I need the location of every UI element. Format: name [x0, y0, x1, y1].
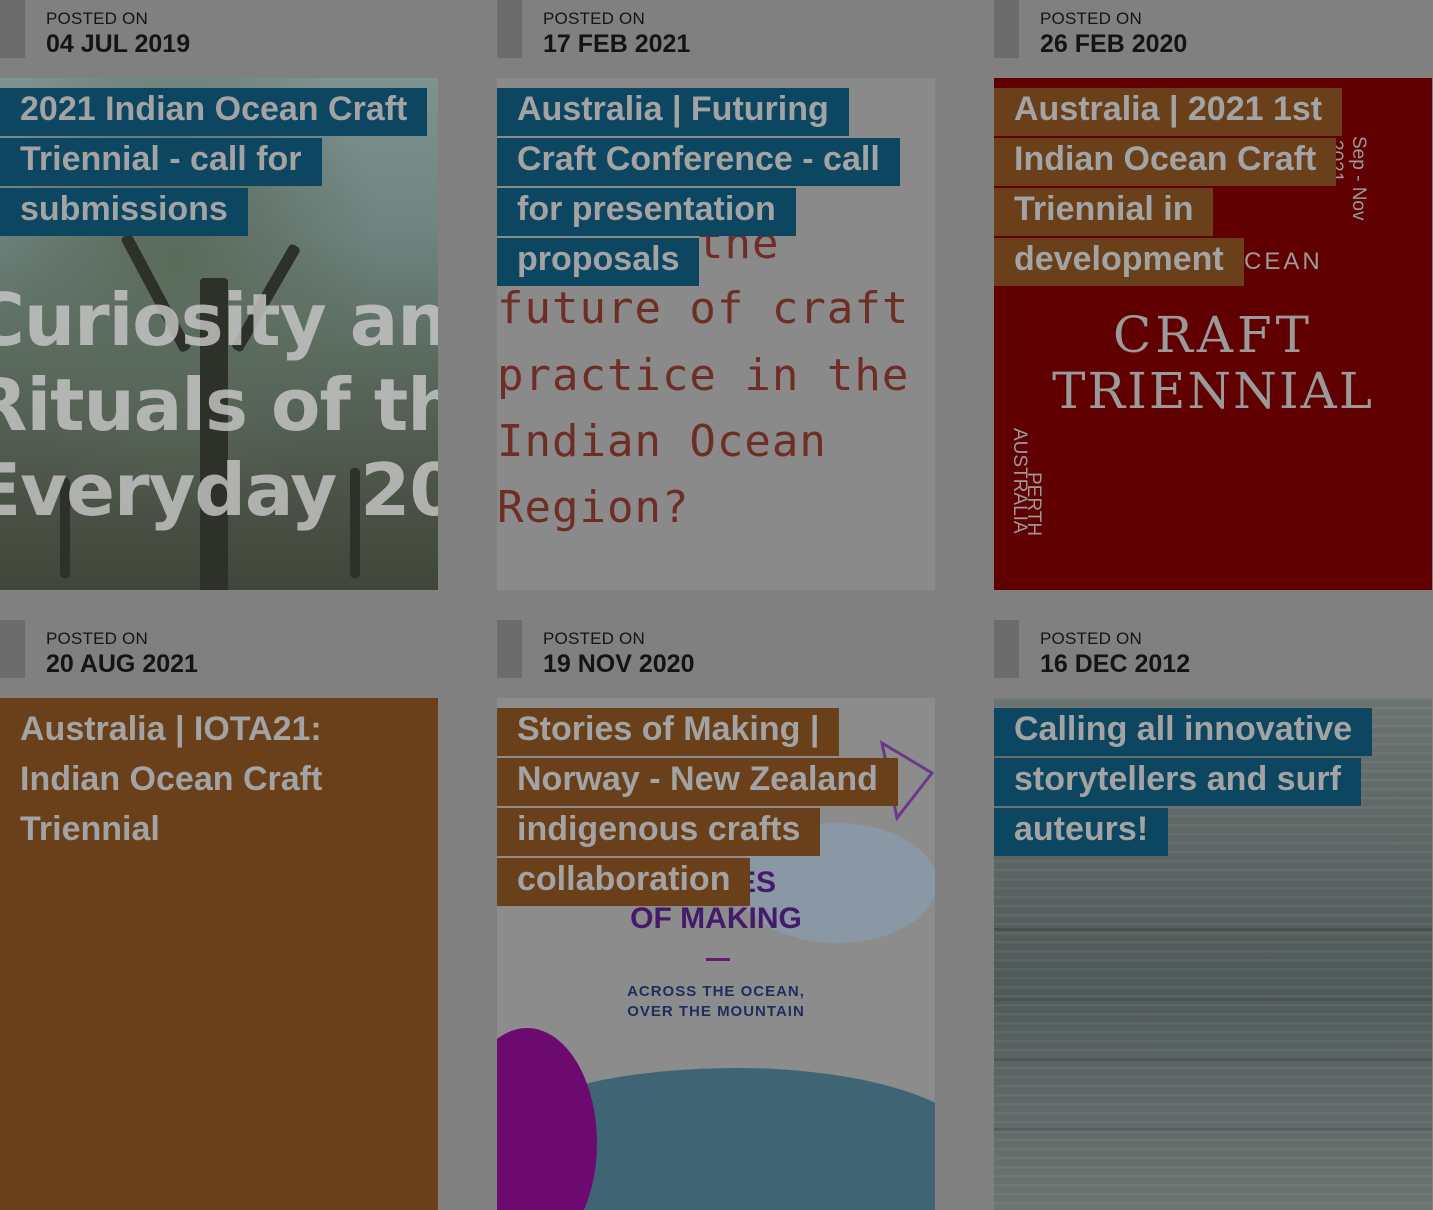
post-title-wrap: 2021 Indian Ocean Craft Triennial - call…	[0, 84, 438, 236]
post-meta: POSTED ON 20 AUG 2021	[0, 620, 438, 698]
post-title-wrap: Calling all innovative storytellers and …	[994, 704, 1432, 856]
post-thumbnail[interactable]: Curiosity and Rituals of the Everyday 20…	[0, 78, 438, 590]
post-card[interactable]: POSTED ON 19 NOV 2020 ES OF MAKING ACROS…	[497, 620, 935, 1210]
poster-country-text: AUSTRALIA	[1009, 428, 1030, 534]
image-caption-line: Region?	[497, 482, 690, 533]
post-date: 04 JUL 2019	[46, 30, 191, 58]
post-title-wrap: Stories of Making | Norway - New Zealand…	[497, 704, 935, 906]
post-card[interactable]: POSTED ON 26 FEB 2020 CEAN CRAFT TRIENNI…	[994, 0, 1432, 590]
posted-on-label: POSTED ON	[46, 9, 148, 28]
post-card[interactable]: POSTED ON 17 FEB 2021 the future of craf…	[497, 0, 935, 590]
post-thumbnail[interactable]: Calling all innovative storytellers and …	[994, 698, 1432, 1210]
post-title-link[interactable]: 2021 Indian Ocean Craft Triennial - call…	[0, 88, 428, 236]
posted-on-label: POSTED ON	[1040, 9, 1142, 28]
post-date: 19 NOV 2020	[543, 650, 695, 678]
post-meta: POSTED ON 04 JUL 2019	[0, 0, 438, 78]
post-date: 17 FEB 2021	[543, 30, 691, 58]
posted-on-label: POSTED ON	[1040, 629, 1142, 648]
post-date: 16 DEC 2012	[1040, 650, 1191, 678]
date-marker	[0, 620, 25, 678]
image-caption-line: Indian Ocean	[497, 416, 827, 467]
date-marker	[497, 0, 522, 58]
post-meta: POSTED ON 16 DEC 2012	[994, 620, 1432, 698]
post-title-link[interactable]: Australia | IOTA21: Indian Ocean Craft T…	[0, 708, 342, 856]
post-title-link[interactable]: Stories of Making | Norway - New Zealand…	[497, 708, 898, 906]
date-marker	[994, 620, 1019, 678]
post-date: 26 FEB 2020	[1040, 30, 1188, 58]
image-caption-line: Rituals of the	[0, 363, 438, 447]
poster-subtitle: ACROSS THE OCEAN,	[627, 983, 805, 1000]
post-title-link[interactable]: Australia | 2021 1st Indian Ocean Craft …	[994, 88, 1343, 286]
poster-triennial-text: TRIENNIAL	[1052, 362, 1374, 420]
post-meta: POSTED ON 17 FEB 2021	[497, 0, 935, 78]
image-caption-line: future of craft	[497, 283, 910, 334]
post-card[interactable]: POSTED ON 16 DEC 2012 Calling all innova…	[994, 620, 1432, 1210]
date-marker	[0, 0, 25, 58]
image-caption-line: Everyday 2021	[0, 448, 438, 532]
post-card[interactable]: POSTED ON 20 AUG 2021 Australia | IOTA21…	[0, 620, 438, 1210]
post-thumbnail[interactable]: the future of craft practice in the Indi…	[497, 78, 935, 590]
poster-heading: OF MAKING	[630, 902, 802, 935]
poster-craft-text: CRAFT	[1112, 306, 1314, 364]
posted-on-label: POSTED ON	[543, 9, 645, 28]
post-title-wrap: Australia | IOTA21: Indian Ocean Craft T…	[0, 704, 438, 854]
post-meta: POSTED ON 19 NOV 2020	[497, 620, 935, 698]
date-marker	[994, 0, 1019, 58]
image-caption-line: Curiosity and	[0, 278, 438, 362]
posted-on-label: POSTED ON	[543, 629, 645, 648]
post-meta: POSTED ON 26 FEB 2020	[994, 0, 1432, 78]
post-title-wrap: Australia | 2021 1st Indian Ocean Craft …	[994, 84, 1432, 286]
post-title-link[interactable]: Australia | Futuring Craft Conference - …	[497, 88, 900, 286]
image-caption-line: practice in the	[497, 350, 910, 401]
post-date: 20 AUG 2021	[46, 650, 198, 678]
post-thumbnail[interactable]: CEAN CRAFT TRIENNIAL Sep - Nov 2021 PERT…	[994, 78, 1432, 590]
post-thumbnail[interactable]: ES OF MAKING ACROSS THE OCEAN, OVER THE …	[497, 698, 935, 1210]
post-title-wrap: Australia | Futuring Craft Conference - …	[497, 84, 935, 286]
date-marker	[497, 620, 522, 678]
post-thumbnail[interactable]: Australia | IOTA21: Indian Ocean Craft T…	[0, 698, 438, 1210]
post-title-link[interactable]: Calling all innovative storytellers and …	[994, 708, 1373, 856]
posted-on-label: POSTED ON	[46, 629, 148, 648]
poster-subtitle: OVER THE MOUNTAIN	[627, 1003, 805, 1020]
post-card[interactable]: POSTED ON 04 JUL 2019 Curiosity and Ritu…	[0, 0, 438, 590]
